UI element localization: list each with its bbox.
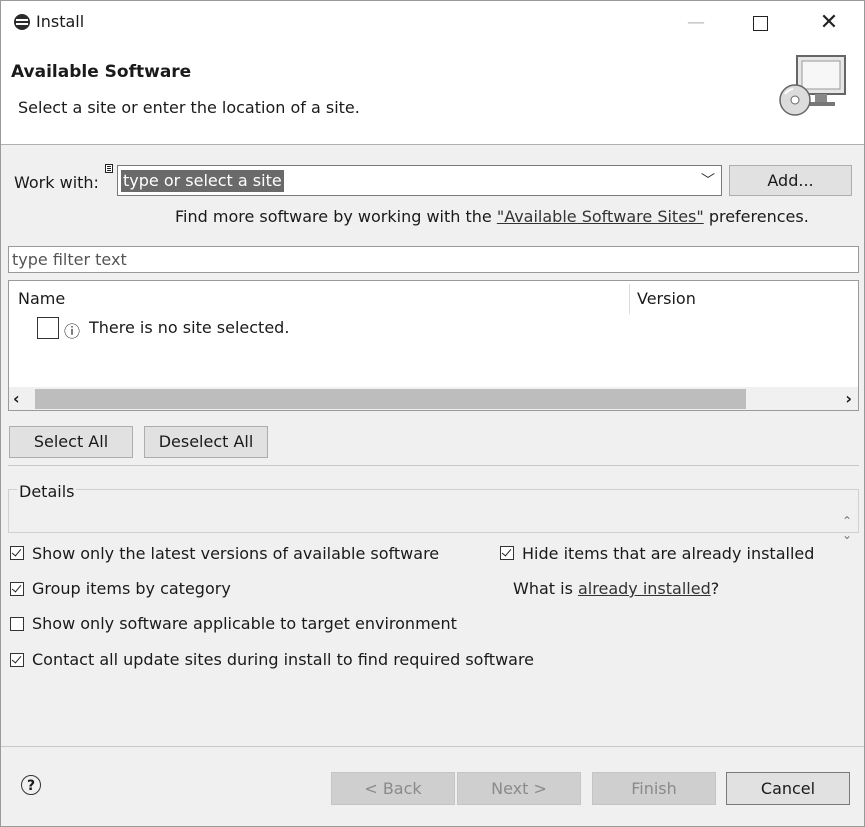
filter-input[interactable]: type filter text [8,246,859,273]
add-button[interactable]: Add... [729,165,852,196]
chevron-down-icon[interactable]: ﹀ [701,170,715,190]
details-label: Details [17,482,77,501]
install-dialog: Install — ✕ Available Software Select a … [0,0,865,827]
already-installed-suffix: ? [710,579,720,598]
latest-versions-checkbox[interactable] [10,546,24,560]
wizard-banner: Available Software Select a site or ente… [1,45,864,145]
install-wizard-icon [779,55,846,116]
already-installed-link[interactable]: already installed [578,579,711,598]
close-button[interactable]: ✕ [806,1,852,45]
separator [8,465,859,466]
row-checkbox[interactable] [37,317,59,339]
horizontal-scrollbar[interactable]: ‹ › [9,387,858,410]
target-environment-label[interactable]: Show only software applicable to target … [32,614,457,633]
already-installed-text: What is already installed? [513,579,719,598]
minimize-button[interactable]: — [673,1,719,45]
work-with-combo[interactable]: type or select a site ﹀ [117,165,722,196]
maximize-icon [753,16,768,31]
details-scroll-icon[interactable]: ⌃ ⌄ [842,514,852,542]
available-software-sites-link[interactable]: "Available Software Sites" [497,207,704,226]
select-all-button[interactable]: Select All [9,426,133,458]
scrollbar-thumb[interactable] [35,389,746,409]
row-label: There is no site selected. [89,318,290,337]
details-group: Details ⌃ ⌄ [8,482,859,542]
footer-separator [1,746,864,747]
work-with-label: Work with: [14,173,99,192]
info-icon: ⓘ [64,322,81,341]
already-installed-prefix: What is [513,579,578,598]
group-by-category-label[interactable]: Group items by category [32,579,231,598]
window-title: Install [36,12,85,31]
help-icon[interactable]: ? [21,775,41,795]
contact-all-sites-label[interactable]: Contact all update sites during install … [32,650,534,669]
contact-all-sites-checkbox[interactable] [10,653,24,667]
content-assist-icon [105,164,113,173]
sites-hint-suffix: preferences. [703,207,809,226]
column-header-version[interactable]: Version [637,289,696,308]
column-divider[interactable] [629,284,630,314]
scroll-right-icon[interactable]: › [845,389,852,408]
title-bar: Install — ✕ [1,1,864,45]
sites-hint-prefix: Find more software by working with the [175,207,497,226]
latest-versions-label[interactable]: Show only the latest versions of availab… [32,544,439,563]
sites-hint: Find more software by working with the "… [175,207,809,226]
hide-installed-checkbox[interactable] [500,546,514,560]
column-header-name[interactable]: Name [18,289,65,308]
maximize-button[interactable] [737,1,783,45]
page-description: Select a site or enter the location of a… [18,98,360,117]
group-by-category-checkbox[interactable] [10,582,24,596]
work-with-combo-text[interactable]: type or select a site [121,170,284,192]
next-button[interactable]: Next > [457,772,581,805]
target-environment-checkbox[interactable] [10,617,24,631]
eclipse-app-icon [14,14,30,30]
back-button[interactable]: < Back [331,772,455,805]
scroll-left-icon[interactable]: ‹ [13,389,20,408]
page-title: Available Software [11,62,192,82]
cancel-button[interactable]: Cancel [726,772,850,805]
hide-installed-label[interactable]: Hide items that are already installed [522,544,814,563]
software-table[interactable]: Name Version ⓘ There is no site selected… [8,280,859,411]
table-row[interactable]: ⓘ There is no site selected. [37,316,537,342]
finish-button[interactable]: Finish [592,772,716,805]
deselect-all-button[interactable]: Deselect All [144,426,268,458]
